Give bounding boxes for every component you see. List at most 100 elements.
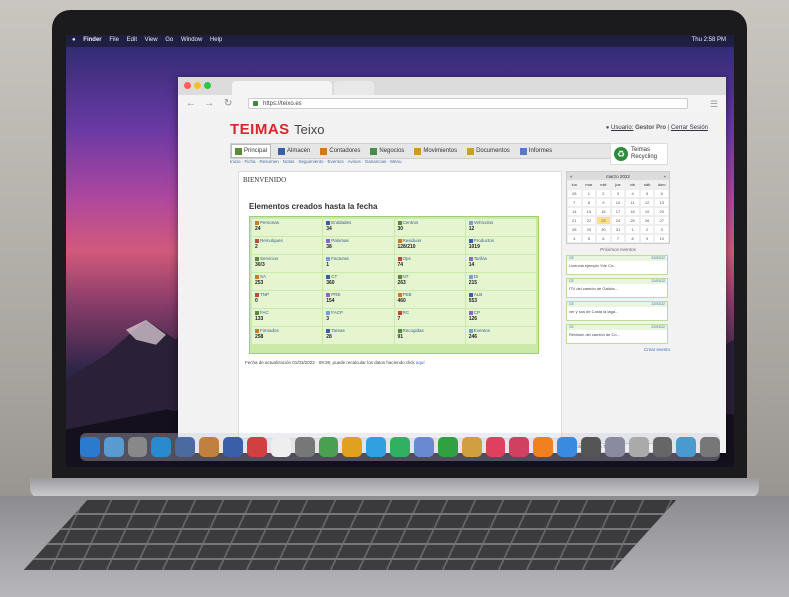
menubar-item-edit[interactable]: Edit: [127, 37, 137, 43]
menubar-clock[interactable]: Thu 2:58 PM: [692, 37, 726, 43]
hamburger-menu-icon[interactable]: ☰: [710, 99, 718, 110]
browser-tab-active[interactable]: [232, 81, 332, 95]
calendar-day[interactable]: 29: [581, 225, 597, 234]
calendar-day[interactable]: 16: [596, 207, 611, 216]
calendar-day[interactable]: 6: [654, 189, 669, 198]
stat-cell[interactable]: Personas 24: [252, 219, 323, 236]
event-card[interactable]: CE 22/03/22 Licencia ejemplo Yde Co...: [566, 255, 668, 275]
stat-cell[interactable]: Ops 74: [394, 255, 465, 272]
calendar-day[interactable]: 1: [625, 225, 640, 234]
dock-app-icon[interactable]: [533, 437, 554, 457]
calendar-day[interactable]: 3: [654, 225, 669, 234]
event-card[interactable]: CE 22/03/22 Revisión del camión de Co...: [566, 324, 668, 344]
stat-cell[interactable]: Remolques 2: [252, 237, 323, 254]
menubar-item-file[interactable]: File: [109, 37, 119, 43]
minimize-window-icon[interactable]: [194, 82, 201, 89]
maximize-window-icon[interactable]: [204, 82, 211, 89]
stat-cell[interactable]: Eventos 246: [465, 327, 536, 344]
dock-app-icon[interactable]: [390, 437, 410, 457]
logout-link[interactable]: Cerrar Sesión: [671, 125, 708, 131]
reload-icon[interactable]: ↻: [224, 98, 232, 109]
calendar-day[interactable]: 22: [581, 216, 597, 225]
stat-cell[interactable]: PRE 154: [323, 291, 394, 308]
dock-app-icon[interactable]: [127, 437, 148, 457]
dock-app-icon[interactable]: [413, 437, 434, 457]
prev-month-icon[interactable]: «: [570, 174, 573, 179]
dock-app-icon[interactable]: [270, 437, 291, 457]
calendar-day[interactable]: 11: [625, 198, 640, 207]
calendar-day[interactable]: 10: [654, 234, 669, 243]
dock-app-icon[interactable]: [223, 437, 243, 457]
nav-tab-contadores[interactable]: Contadores: [317, 145, 363, 157]
calendar-day[interactable]: 27: [654, 216, 669, 225]
stat-cell[interactable]: NT 263: [394, 273, 465, 290]
dock-app-icon[interactable]: [461, 437, 482, 457]
calendar-day[interactable]: 10: [610, 198, 626, 207]
dock-app-icon[interactable]: [509, 437, 530, 457]
menubar-item-window[interactable]: Window: [181, 37, 202, 43]
menubar-item-view[interactable]: View: [145, 37, 158, 43]
stat-cell[interactable]: Facturas 1: [323, 255, 394, 272]
dock-app-icon[interactable]: [318, 437, 339, 457]
stat-cell[interactable]: Residuos 128/210: [394, 237, 465, 254]
back-arrow-icon[interactable]: ←: [186, 98, 196, 109]
calendar-day[interactable]: 14: [567, 207, 582, 216]
stat-cell[interactable]: Productos 1019: [465, 237, 536, 254]
calendar-day[interactable]: 28: [567, 189, 582, 198]
forward-arrow-icon[interactable]: →: [204, 98, 214, 109]
stat-cell[interactable]: Recogidas 91: [394, 327, 465, 344]
calendar-day[interactable]: 2: [639, 225, 655, 234]
stat-cell[interactable]: CT 360: [323, 273, 394, 290]
stat-cell[interactable]: SA 253: [252, 273, 323, 290]
nav-tab-principal[interactable]: Principal: [231, 144, 272, 158]
calendar-day[interactable]: 23: [596, 216, 611, 225]
calendar-day[interactable]: 4: [567, 234, 582, 243]
site-logo[interactable]: TEIMAS Teixo: [230, 121, 324, 139]
dock-app-icon[interactable]: [175, 437, 196, 457]
url-input[interactable]: https://teixo.es: [248, 98, 688, 109]
stat-cell[interactable]: ALB 553: [465, 291, 536, 308]
calendar-day[interactable]: 26: [639, 216, 655, 225]
dock-app-icon[interactable]: [580, 437, 601, 457]
nav-tab-almacen[interactable]: Almacén: [275, 145, 313, 157]
stat-cell[interactable]: Entidades 34: [323, 219, 394, 236]
stat-cell[interactable]: RC 7: [394, 309, 465, 326]
calendar-day[interactable]: 31: [610, 225, 626, 234]
event-card[interactable]: CE 22/03/22 ver y sus de Costa la laga...: [566, 301, 668, 321]
stat-cell[interactable]: DI 215: [465, 273, 536, 290]
sub-navigation[interactable]: Inicio · Ficha · Resumen · Notas · Segui…: [230, 159, 610, 167]
recalculate-link[interactable]: aquí: [416, 360, 425, 365]
stat-cell[interactable]: Servicios 30/3: [252, 255, 323, 272]
stat-cell[interactable]: Tareas 28: [323, 327, 394, 344]
dock-app-icon[interactable]: [557, 437, 577, 457]
calendar-day[interactable]: 20: [654, 207, 669, 216]
calendar-day[interactable]: 2: [596, 189, 611, 198]
stat-cell[interactable]: Firmados 258: [252, 327, 323, 344]
calendar-day[interactable]: 30: [596, 225, 611, 234]
menubar-item-finder[interactable]: Finder: [83, 37, 101, 43]
nav-tab-documentos[interactable]: Documentos: [464, 145, 513, 157]
calendar-day[interactable]: 5: [639, 189, 655, 198]
apple-icon[interactable]: ●: [72, 37, 76, 43]
calendar-day[interactable]: 24: [610, 216, 626, 225]
stat-cell[interactable]: Centros 30: [394, 219, 465, 236]
stat-cell[interactable]: PEB 460: [394, 291, 465, 308]
calendar-day[interactable]: 21: [567, 216, 582, 225]
calendar-day[interactable]: 4: [625, 189, 640, 198]
nav-tab-negocios[interactable]: Negocios: [367, 145, 407, 157]
user-name[interactable]: Gestor Pro: [635, 125, 666, 131]
stat-cell[interactable]: Palomas 38: [323, 237, 394, 254]
dock-app-icon[interactable]: [151, 437, 172, 457]
calendar-day[interactable]: 1: [581, 189, 597, 198]
calendar-day[interactable]: 13: [654, 198, 669, 207]
calendar-day[interactable]: 8: [581, 198, 597, 207]
dock-app-icon[interactable]: [676, 437, 697, 457]
calendar-day[interactable]: 7: [567, 198, 582, 207]
teimas-recycling-badge[interactable]: ♻ Teimas Recycling: [610, 143, 668, 165]
nav-tab-movimientos[interactable]: Movimientos: [411, 145, 460, 157]
calendar-day[interactable]: 25: [625, 216, 640, 225]
calendar-day[interactable]: 17: [610, 207, 626, 216]
calendar-day[interactable]: 12: [639, 198, 655, 207]
stat-cell[interactable]: Vehículos 12: [465, 219, 536, 236]
create-event-link[interactable]: Crear evento: [566, 347, 670, 352]
